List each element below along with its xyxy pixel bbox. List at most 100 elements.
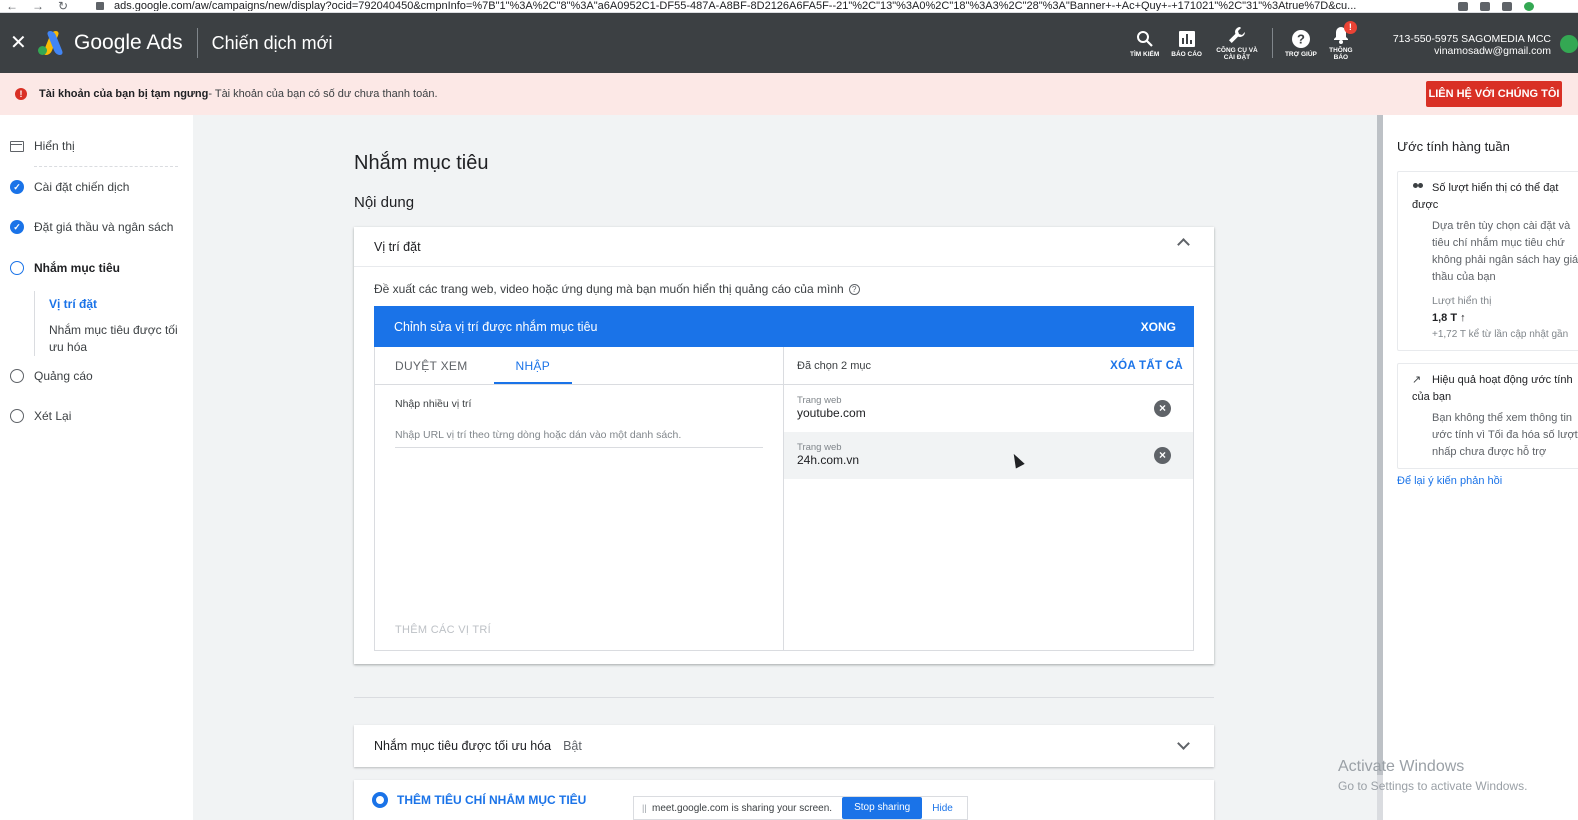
performance-estimate-card: ↗ Hiệu quả hoạt động ước tính của bạn Bạ… bbox=[1397, 363, 1578, 469]
step-bidding-budget[interactable]: ✓ Đặt giá thầu và ngân sách bbox=[10, 220, 173, 234]
clear-all-button[interactable]: XÓA TẤT CẢ bbox=[1110, 360, 1183, 372]
item-value: 24h.com.vn bbox=[797, 453, 860, 467]
profile-icon[interactable] bbox=[1524, 1, 1534, 11]
reach-estimate-card: Số lượt hiển thị có thể đạt được Dựa trê… bbox=[1397, 171, 1578, 351]
section-subtitle: Nội dung bbox=[354, 194, 415, 211]
google-ads-logo-icon bbox=[38, 31, 64, 55]
reach-heading: Số lượt hiển thị có thể đạt được bbox=[1412, 182, 1559, 211]
list-item: Trang web youtube.com × bbox=[784, 385, 1193, 432]
logo-text: Google Ads bbox=[74, 31, 183, 54]
optimized-targeting-card[interactable]: Nhắm mục tiêu được tối ưu hóa Bật bbox=[354, 725, 1214, 767]
selected-placements-panel: Đã chọn 2 mục XÓA TẤT CẢ Trang web youtu… bbox=[784, 347, 1193, 650]
notification-badge: ! bbox=[1343, 21, 1357, 34]
substep-placements[interactable]: Vị trí đặt bbox=[49, 296, 184, 313]
reload-icon[interactable]: ↻ bbox=[58, 0, 68, 12]
item-type: Trang web bbox=[797, 395, 842, 406]
help-label: TRỢ GIÚP bbox=[1284, 50, 1317, 58]
performance-body: Bạn không thể xem thông tin ước tính vì … bbox=[1432, 412, 1578, 458]
section-divider bbox=[354, 697, 1214, 698]
browser-nav: ← → ↻ bbox=[0, 0, 96, 12]
display-icon bbox=[10, 140, 24, 152]
step-display[interactable]: Hiển thị bbox=[10, 139, 75, 153]
impressions-label: Lượt hiển thị bbox=[1432, 295, 1492, 307]
error-icon: ! bbox=[15, 88, 27, 100]
help-icon: ? bbox=[1291, 29, 1311, 49]
screen-share-bar: || meet.google.com is sharing your scree… bbox=[633, 796, 968, 820]
google-ads-logo[interactable]: Google Ads bbox=[38, 31, 183, 55]
translate-icon[interactable] bbox=[1458, 1, 1468, 11]
header-tools: TÌM KIẾM BÁO CÁO CÔNG CỤ VÀ CÀI ĐẶT ? TR… bbox=[1124, 13, 1359, 73]
account-id: 713-550-5975 SAGOMEDIA MCC bbox=[1392, 33, 1551, 45]
chevron-up-icon[interactable] bbox=[1177, 238, 1190, 251]
reports-button[interactable]: BÁO CÁO bbox=[1171, 29, 1202, 58]
account-email: vinamosadw@gmail.com bbox=[1434, 45, 1551, 57]
account-suspended-alert: ! Tài khoản của bạn bị tạm ngưng - Tài k… bbox=[0, 73, 1578, 115]
step-label: Xét Lại bbox=[34, 409, 72, 423]
item-type: Trang web bbox=[797, 442, 842, 453]
arrow-up-icon: ↑ bbox=[1460, 312, 1466, 324]
step-review[interactable]: Xét Lại bbox=[10, 409, 71, 423]
tab-browse[interactable]: DUYỆT XEM bbox=[375, 347, 488, 384]
feedback-link[interactable]: Để lại ý kiến phản hồi bbox=[1397, 475, 1502, 487]
step-ads[interactable]: Quảng cáo bbox=[10, 369, 93, 383]
selected-count: Đã chọn 2 mục bbox=[797, 359, 871, 372]
stop-sharing-button[interactable]: Stop sharing bbox=[842, 797, 923, 819]
placements-card-header[interactable]: Vị trí đặt bbox=[354, 227, 1214, 267]
step-targeting[interactable]: Nhắm mục tiêu bbox=[10, 261, 120, 275]
list-item: Trang web 24h.com.vn × bbox=[784, 432, 1193, 479]
step-label: Nhắm mục tiêu bbox=[34, 261, 121, 275]
placements-card-title: Vị trí đặt bbox=[374, 239, 421, 254]
placement-entry-panel: DUYỆT XEM NHẬP Nhập nhiều vị trí Nhập UR… bbox=[375, 347, 784, 650]
notifications-button[interactable]: ! THÔNG BÁO bbox=[1329, 21, 1357, 61]
selected-header: Đã chọn 2 mục XÓA TẤT CẢ bbox=[784, 347, 1193, 385]
search-label: TÌM KIẾM bbox=[1130, 50, 1160, 58]
tab-enter[interactable]: NHẬP bbox=[493, 347, 573, 384]
back-icon[interactable]: ← bbox=[6, 0, 18, 12]
performance-heading: Hiệu quả hoạt động ước tính của bạn bbox=[1412, 374, 1573, 403]
forward-icon[interactable]: → bbox=[32, 0, 44, 12]
step-label: Cài đặt chiến dịch bbox=[34, 180, 130, 194]
add-placements-button[interactable]: THÊM CÁC VỊ TRÍ bbox=[395, 624, 491, 636]
tools-divider bbox=[1271, 28, 1273, 58]
campaign-steps-sidebar: Hiển thị ✓ Cài đặt chiến dịch ✓ Đặt giá … bbox=[0, 115, 193, 820]
url-field[interactable]: ads.google.com/aw/campaigns/new/display?… bbox=[114, 1, 1444, 11]
star-icon[interactable] bbox=[1480, 1, 1490, 11]
help-circle-icon[interactable]: ? bbox=[848, 283, 860, 295]
watermark-line-1: Activate Windows bbox=[1338, 758, 1465, 775]
substep-line bbox=[34, 291, 35, 356]
step-campaign-settings[interactable]: ✓ Cài đặt chiến dịch bbox=[10, 180, 129, 194]
alert-message: - Tài khoản của bạn có số dư chưa thanh … bbox=[208, 88, 438, 100]
browser-address-bar: ← → ↻ ads.google.com/aw/campaigns/new/di… bbox=[0, 0, 1578, 13]
svg-text:?: ? bbox=[1297, 31, 1305, 46]
avatar[interactable] bbox=[1560, 35, 1578, 53]
help-button[interactable]: ? TRỢ GIÚP bbox=[1285, 29, 1317, 58]
step-label: Quảng cáo bbox=[34, 369, 93, 383]
contact-us-button[interactable]: LIÊN HỆ VỚI CHÚNG TÔI bbox=[1426, 81, 1562, 107]
search-button[interactable]: TÌM KIẾM bbox=[1130, 29, 1159, 58]
lock-icon bbox=[96, 2, 104, 10]
placement-tabs: DUYỆT XEM NHẬP bbox=[375, 347, 783, 385]
extension-icon[interactable] bbox=[1502, 1, 1512, 11]
browser-extension-icons bbox=[1458, 1, 1534, 11]
remove-icon[interactable]: × bbox=[1154, 400, 1171, 417]
weekly-estimates-panel: Ước tính hàng tuần Số lượt hiển thị có t… bbox=[1383, 115, 1578, 820]
watermark-line-2: Go to Settings to activate Windows. bbox=[1338, 779, 1528, 793]
circle-icon bbox=[10, 409, 24, 423]
done-button[interactable]: XONG bbox=[1141, 320, 1176, 334]
check-icon: ✓ bbox=[10, 180, 24, 194]
drag-handle-icon[interactable]: || bbox=[642, 803, 652, 813]
sidebar-divider bbox=[34, 166, 178, 167]
remove-icon[interactable]: × bbox=[1154, 447, 1171, 464]
account-info[interactable]: 713-550-5975 SAGOMEDIA MCC vinamosadw@gm… bbox=[1380, 33, 1551, 57]
tools-settings-button[interactable]: CÔNG CỤ VÀ CÀI ĐẶT bbox=[1214, 25, 1260, 61]
impressions-value: 1,8 T ↑ bbox=[1432, 312, 1466, 324]
hide-button[interactable]: Hide bbox=[932, 803, 953, 814]
substep-optimized-targeting[interactable]: Nhắm mục tiêu được tối ưu hóa bbox=[49, 322, 184, 356]
placements-textarea[interactable]: Nhập URL vị trí theo từng dòng hoặc dán … bbox=[395, 429, 763, 448]
tools-settings-label: CÔNG CỤ VÀ CÀI ĐẶT bbox=[1216, 47, 1258, 61]
circle-icon bbox=[10, 261, 24, 275]
windows-activation-watermark: Activate Windows Go to Settings to activ… bbox=[1338, 757, 1527, 795]
input-label: Nhập nhiều vị trí bbox=[395, 398, 472, 410]
chevron-down-icon[interactable] bbox=[1177, 737, 1190, 750]
close-icon[interactable]: ✕ bbox=[0, 33, 34, 53]
